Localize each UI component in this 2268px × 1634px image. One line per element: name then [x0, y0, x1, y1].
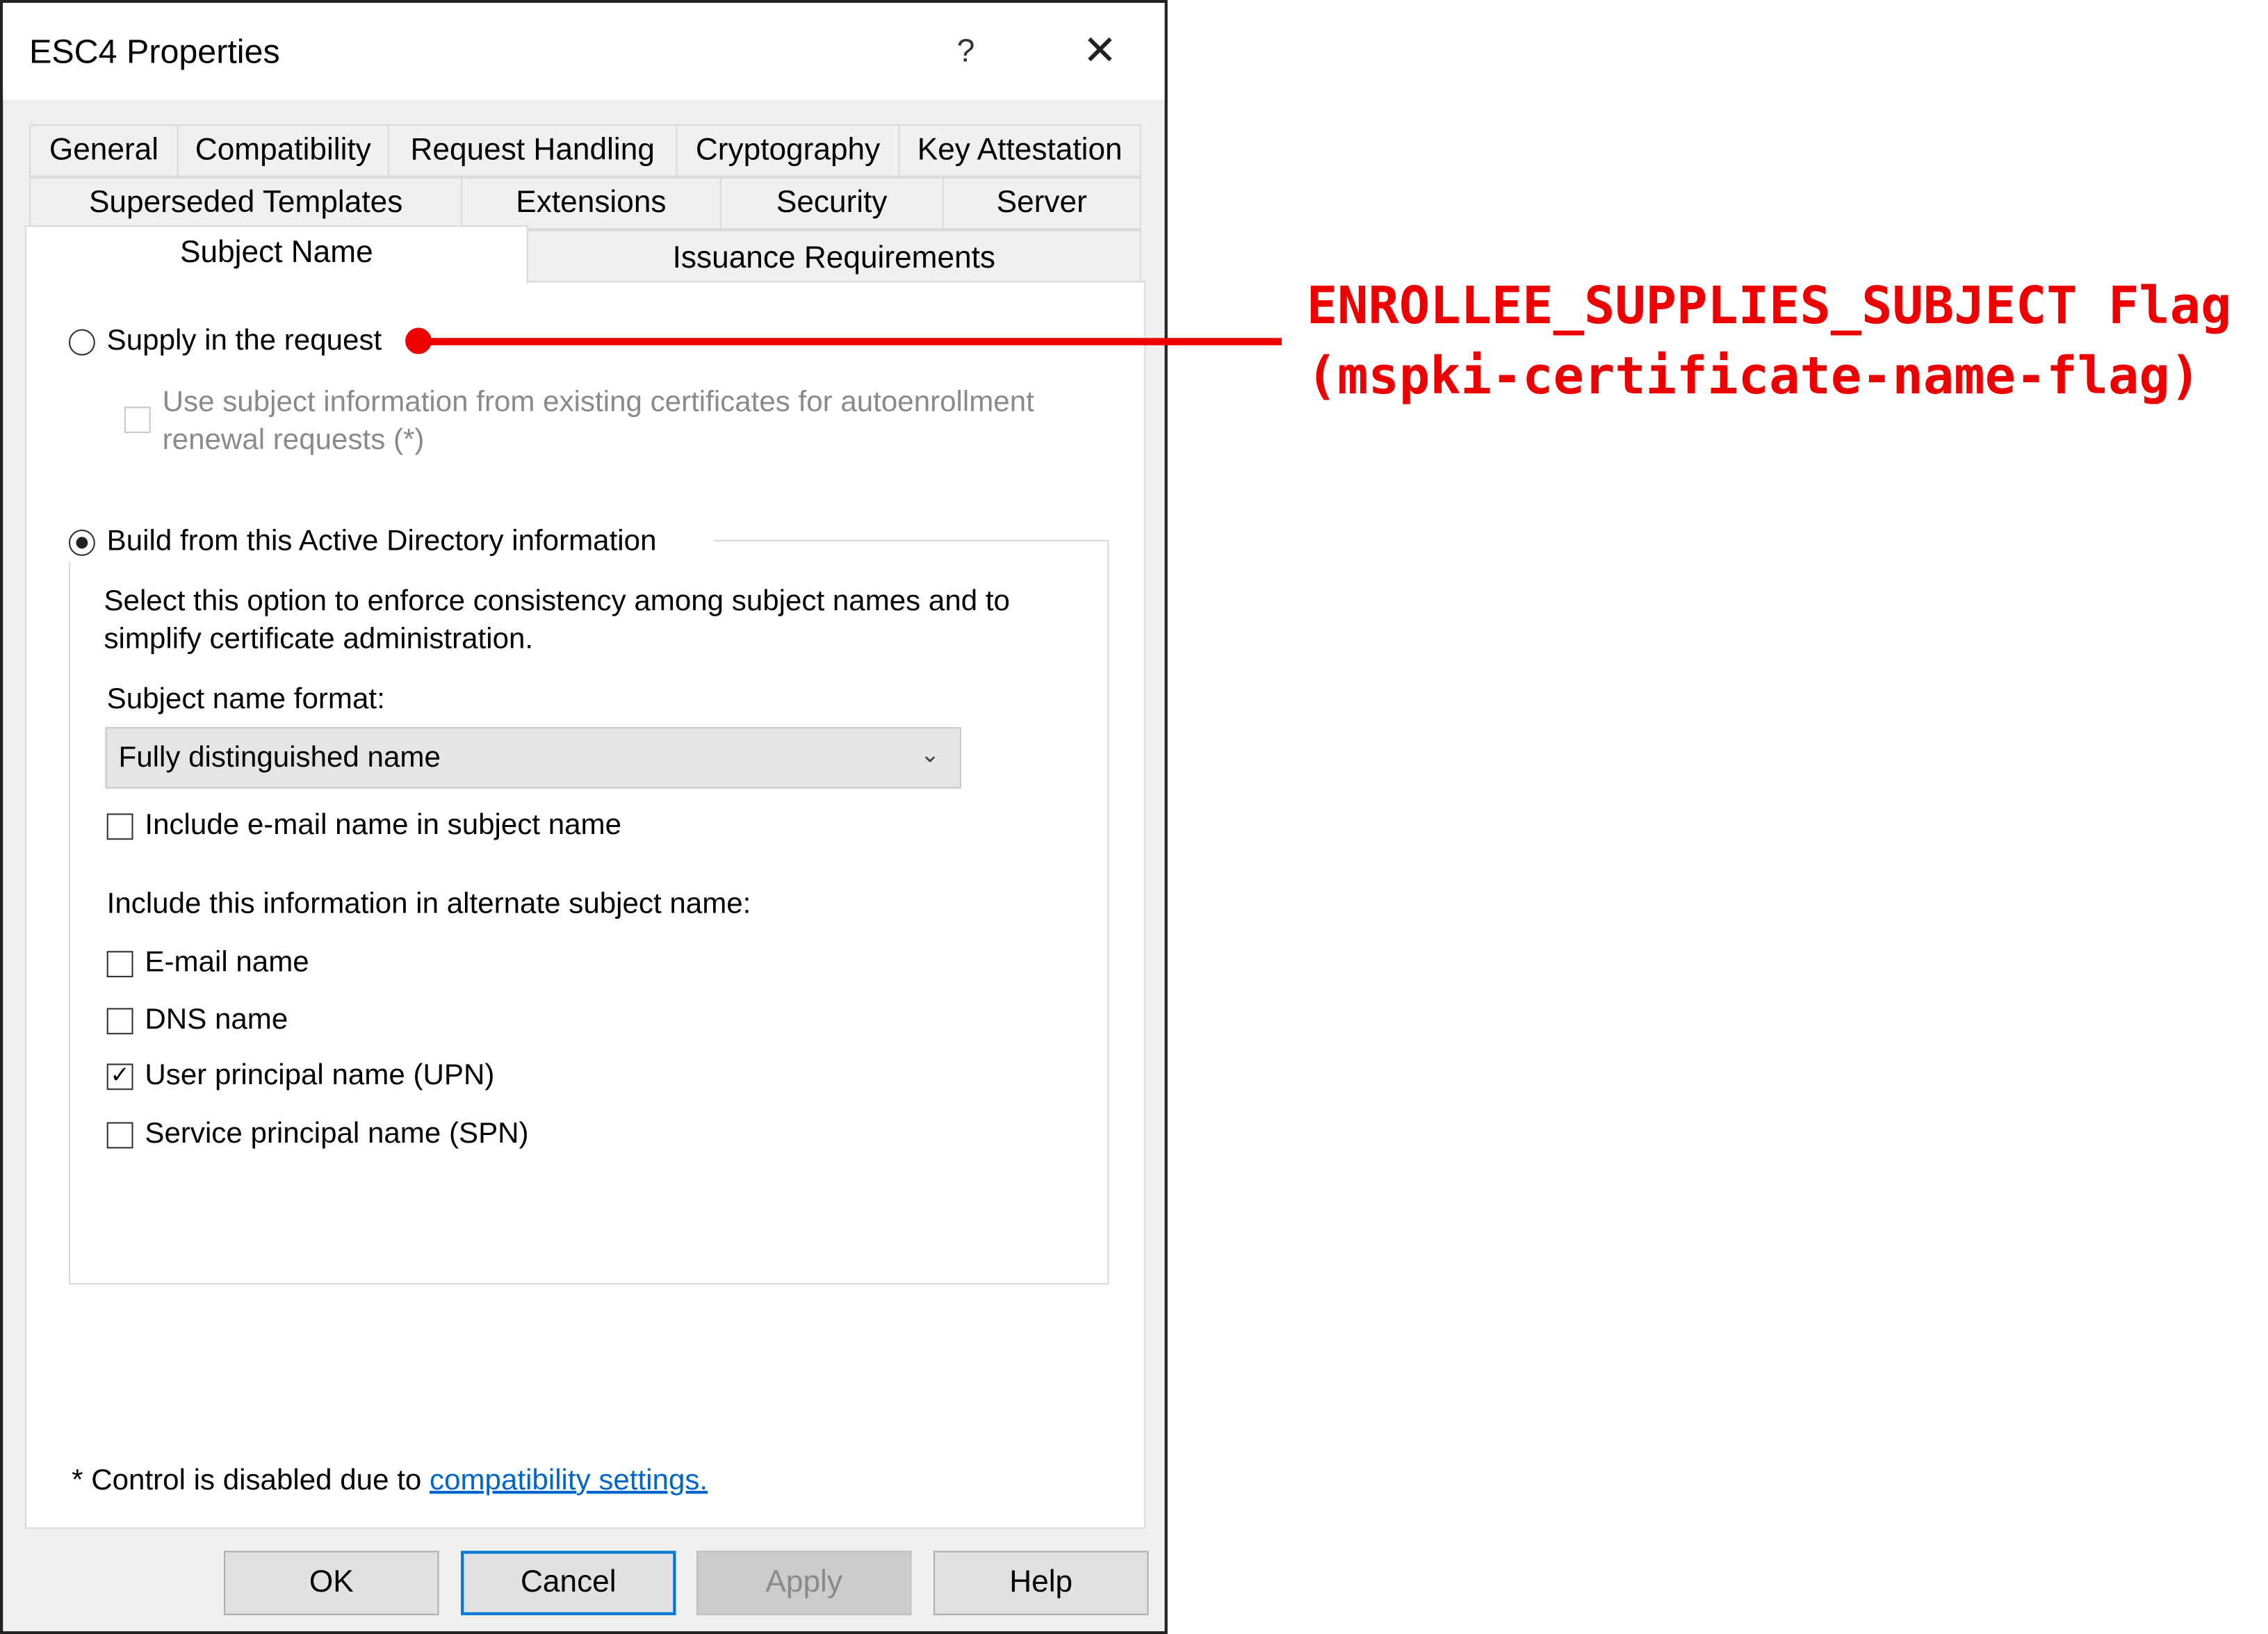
close-icon[interactable]: ✕	[1083, 26, 1117, 74]
upn-checkbox[interactable]: ✓	[106, 1063, 133, 1090]
format-label: Subject name format:	[106, 683, 385, 716]
tab-superseded-templates[interactable]: Superseded Templates	[29, 177, 463, 230]
properties-dialog: ESC4 Properties ? ✕ General Compatibilit…	[0, 0, 1168, 1634]
dns-name-label: DNS name	[145, 1004, 288, 1036]
chevron-down-icon: ⌄	[920, 743, 940, 769]
footnote-text: * Control is disabled due to	[72, 1464, 430, 1497]
autoenroll-label-2: renewal requests (*)	[162, 424, 425, 457]
tab-subject-name[interactable]: Subject Name	[24, 225, 528, 284]
annotation-line	[418, 338, 1282, 345]
autoenroll-label: Use subject information from existing ce…	[162, 386, 1034, 419]
annotation-flag-name: ENROLLEE_SUPPLIES_SUBJECT Flag	[1306, 277, 2232, 337]
check-icon: ✓	[110, 1063, 130, 1089]
subject-name-format-select[interactable]: Fully distinguished name ⌄	[105, 727, 961, 789]
help-button[interactable]: Help	[933, 1551, 1149, 1615]
tab-request-handling[interactable]: Request Handling	[387, 124, 678, 177]
tab-issuance-requirements[interactable]: Issuance Requirements	[526, 229, 1141, 283]
help-icon[interactable]: ?	[957, 32, 975, 70]
description-line-1: Select this option to enforce consistenc…	[104, 585, 1010, 618]
tab-key-attestation[interactable]: Key Attestation	[898, 124, 1141, 177]
upn-label: User principal name (UPN)	[145, 1059, 495, 1092]
compatibility-settings-link[interactable]: compatibility settings.	[430, 1464, 708, 1496]
ok-button[interactable]: OK	[224, 1551, 439, 1615]
email-name-checkbox[interactable]	[106, 951, 133, 978]
apply-button[interactable]: Apply	[696, 1551, 912, 1615]
tab-extensions[interactable]: Extensions	[461, 177, 721, 230]
alt-name-label: Include this information in alternate su…	[106, 888, 751, 921]
supply-in-request-radio[interactable]	[68, 329, 95, 356]
dns-name-checkbox[interactable]	[106, 1008, 133, 1035]
tab-cryptography[interactable]: Cryptography	[676, 124, 900, 177]
email-name-label: E-mail name	[145, 946, 309, 979]
build-from-ad-radio[interactable]	[68, 530, 95, 556]
window-title: ESC4 Properties	[29, 32, 280, 71]
footnote: * Control is disabled due to compatibili…	[72, 1464, 708, 1498]
tab-compatibility[interactable]: Compatibility	[177, 124, 389, 177]
spn-label: Service principal name (SPN)	[145, 1118, 529, 1150]
cancel-button[interactable]: Cancel	[461, 1551, 676, 1615]
tab-general[interactable]: General	[29, 124, 179, 177]
spn-checkbox[interactable]	[106, 1122, 133, 1149]
annotation-attribute: (mspki-certificate-name-flag)	[1306, 348, 2201, 407]
description-line-2: simplify certificate administration.	[104, 623, 534, 656]
tab-server[interactable]: Server	[942, 177, 1141, 230]
supply-in-request-label: Supply in the request	[106, 325, 382, 357]
include-email-checkbox[interactable]	[106, 813, 133, 840]
format-value: Fully distinguished name	[118, 742, 441, 774]
build-from-ad-label: Build from this Active Directory informa…	[106, 525, 657, 558]
include-email-label: Include e-mail name in subject name	[145, 809, 622, 842]
tab-security[interactable]: Security	[719, 177, 944, 230]
autoenroll-checkbox	[124, 407, 151, 434]
